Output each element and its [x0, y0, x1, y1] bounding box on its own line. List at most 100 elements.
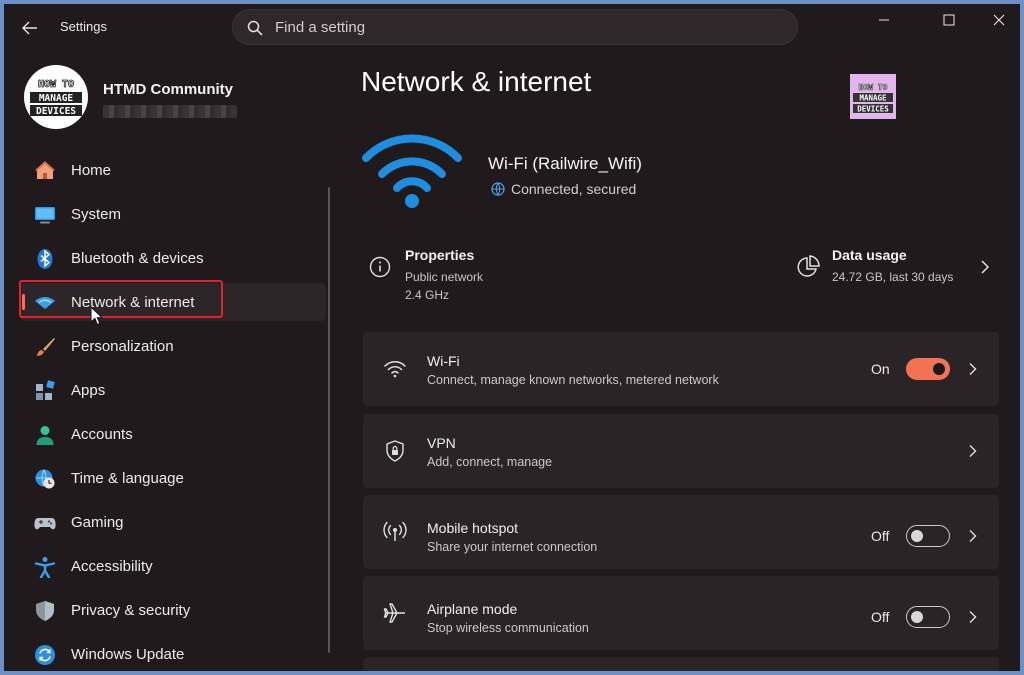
airplane-icon: [383, 601, 407, 625]
wifi-card-title: Wi-Fi: [427, 353, 460, 369]
search-icon: [247, 20, 263, 36]
wifi-toggle[interactable]: [906, 358, 950, 380]
avatar[interactable]: HOW TO MANAGE DEVICES: [24, 65, 88, 129]
properties-band: 2.4 GHz: [405, 288, 450, 302]
sidebar-item-bluetooth[interactable]: Bluetooth & devices: [20, 239, 326, 277]
close-button[interactable]: [976, 6, 1020, 34]
sidebar-item-label: Accessibility: [71, 558, 153, 575]
sidebar-scrollbar[interactable]: [328, 187, 330, 653]
vpn-card-title: VPN: [427, 435, 456, 451]
back-button[interactable]: [16, 16, 44, 40]
svg-text:HOW TO: HOW TO: [859, 83, 888, 92]
minimize-button[interactable]: [861, 6, 907, 34]
airplane-mode-toggle[interactable]: [906, 606, 950, 628]
sidebar-item-label: System: [71, 206, 122, 223]
sidebar-item-time-language[interactable]: Time & language: [20, 459, 326, 497]
globe-clock-icon: [34, 468, 56, 490]
mouse-cursor-icon: [90, 306, 104, 326]
mobile-hotspot-card-title: Mobile hotspot: [427, 520, 519, 536]
wifi-large-icon: [362, 134, 462, 208]
sidebar-item-apps[interactable]: Apps: [20, 371, 326, 409]
shield-icon: [34, 600, 56, 622]
sidebar-item-label: Windows Update: [71, 646, 185, 663]
sidebar-item-personalization[interactable]: Personalization: [20, 327, 326, 365]
toggle-knob: [933, 363, 945, 375]
svg-text:DEVICES: DEVICES: [36, 106, 76, 117]
chevron-right-icon: [969, 530, 977, 542]
airplane-mode-card-subtitle: Stop wireless communication: [427, 621, 589, 635]
globe-icon: [491, 182, 505, 196]
search-box[interactable]: [232, 9, 798, 45]
properties-title: Properties: [405, 247, 475, 263]
minimize-icon: [879, 19, 889, 21]
sidebar-item-label: Bluetooth & devices: [71, 250, 204, 267]
chevron-right-icon: [969, 363, 977, 375]
toggle-knob: [911, 530, 923, 542]
sidebar-item-accounts[interactable]: Accounts: [20, 415, 326, 453]
vpn-card[interactable]: VPN Add, connect, manage: [363, 414, 999, 488]
sidebar-item-label: Gaming: [71, 514, 124, 531]
search-input[interactable]: [275, 16, 775, 38]
maximize-icon: [943, 14, 955, 26]
annotation-highlight-box: [19, 280, 223, 318]
airplane-mode-toggle-label: Off: [871, 609, 890, 625]
maximize-button[interactable]: [926, 6, 972, 34]
mobile-hotspot-toggle-label: Off: [871, 528, 890, 544]
htmd-logo-small: HOW TO MANAGE DEVICES: [850, 74, 896, 119]
airplane-mode-card-title: Airplane mode: [427, 601, 518, 617]
home-icon: [34, 160, 56, 182]
wifi-card[interactable]: Wi-Fi Connect, manage known networks, me…: [363, 332, 999, 406]
htmd-logo-icon: HOW TO MANAGE DEVICES: [850, 74, 896, 119]
svg-text:MANAGE: MANAGE: [39, 93, 74, 104]
hotspot-icon: [383, 520, 407, 544]
person-icon: [34, 424, 56, 446]
mobile-hotspot-card-subtitle: Share your internet connection: [427, 540, 598, 554]
apps-icon: [34, 380, 56, 402]
bluetooth-icon: [34, 248, 56, 270]
sidebar-item-label: Apps: [71, 382, 106, 399]
sidebar-item-label: Privacy & security: [71, 602, 191, 619]
gamepad-icon: [34, 512, 56, 534]
sidebar-item-gaming[interactable]: Gaming: [20, 503, 326, 541]
vpn-card-subtitle: Add, connect, manage: [427, 455, 553, 469]
shield-lock-icon: [383, 439, 407, 463]
properties-link[interactable]: Properties Public network 2.4 GHz: [363, 236, 723, 308]
mobile-hotspot-card[interactable]: Mobile hotspot Share your internet conne…: [363, 495, 999, 569]
next-settings-card[interactable]: [363, 657, 999, 671]
close-icon: [993, 14, 1005, 26]
data-usage-title: Data usage: [832, 247, 907, 263]
wifi-toggle-label: On: [871, 361, 890, 377]
sidebar-item-privacy-security[interactable]: Privacy & security: [20, 591, 326, 629]
svg-text:MANAGE: MANAGE: [859, 94, 887, 103]
toggle-knob: [911, 611, 923, 623]
connection-status-text: Connected, secured: [511, 181, 637, 197]
sidebar-item-system[interactable]: System: [20, 195, 326, 233]
sidebar-item-windows-update[interactable]: Windows Update: [20, 635, 326, 671]
sidebar-item-label: Home: [71, 162, 112, 179]
info-icon: [369, 256, 391, 278]
data-usage-link[interactable]: Data usage 24.72 GB, last 30 days: [784, 236, 999, 296]
chevron-right-icon: [981, 260, 990, 274]
chevron-right-icon: [969, 445, 977, 457]
htmd-logo-icon: HOW TO MANAGE DEVICES: [30, 77, 82, 117]
wifi-icon: [383, 357, 407, 381]
connection-name: Wi-Fi (Railwire_Wifi): [488, 154, 642, 173]
mobile-hotspot-toggle[interactable]: [906, 525, 950, 547]
monitor-icon: [34, 204, 56, 226]
data-usage-value: 24.72 GB, last 30 days: [832, 270, 954, 284]
update-icon: [34, 644, 56, 666]
properties-network-type: Public network: [405, 270, 484, 284]
brush-icon: [34, 336, 56, 358]
sidebar-item-home[interactable]: Home: [20, 151, 326, 189]
airplane-mode-card[interactable]: Airplane mode Stop wireless communicatio…: [363, 576, 999, 650]
sidebar-item-label: Accounts: [71, 426, 133, 443]
sidebar-item-accessibility[interactable]: Accessibility: [20, 547, 326, 585]
svg-text:HOW TO: HOW TO: [38, 79, 74, 90]
wifi-card-subtitle: Connect, manage known networks, metered …: [427, 373, 719, 387]
svg-text:DEVICES: DEVICES: [857, 105, 889, 114]
page-title: Network & internet: [361, 66, 592, 97]
profile-email-redacted: [103, 105, 237, 118]
app-title: Settings: [60, 19, 107, 34]
connection-status: Connected, secured: [491, 181, 636, 197]
pie-chart-icon: [797, 255, 820, 277]
